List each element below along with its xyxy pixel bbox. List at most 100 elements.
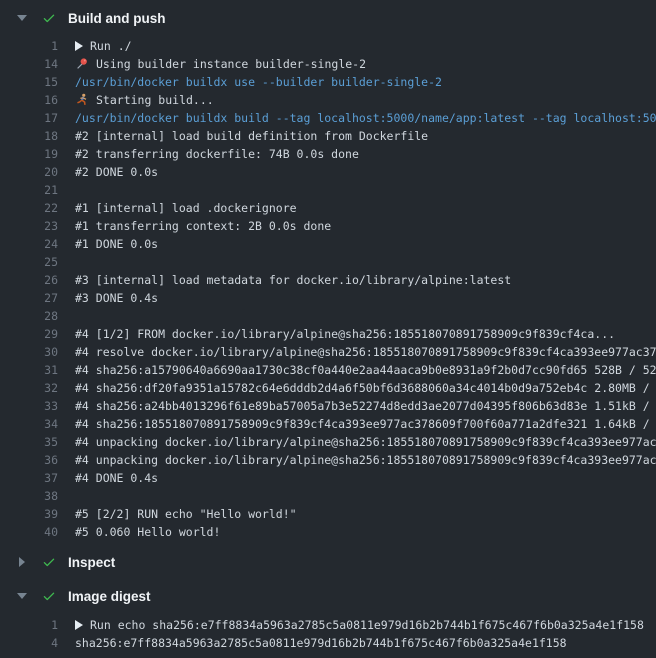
log-text: #5 [2/2] RUN echo "Hello world!": [75, 505, 297, 523]
log-line: 32 #4 sha256:df20fa9351a15782c64e6dddb2d4…: [0, 379, 656, 397]
log-text: #4 sha256:a24bb4013296f61e89ba57005a7b3e…: [75, 397, 656, 415]
log-text: #4 DONE 0.4s: [75, 469, 158, 487]
line-number[interactable]: 34: [0, 415, 58, 433]
line-number[interactable]: 15: [0, 73, 58, 91]
log-line: 19 #2 transferring dockerfile: 74B 0.0s d…: [0, 145, 656, 163]
log-line: 25: [0, 253, 656, 271]
log-text: #2 DONE 0.0s: [75, 163, 158, 181]
log-text: #4 unpacking docker.io/library/alpine@sh…: [75, 451, 656, 469]
line-content: Run echo sha256:e7ff8834a5963a2785c5a081…: [75, 616, 644, 634]
line-number[interactable]: 19: [0, 145, 58, 163]
log-line: 14Using builder instance builder-single-…: [0, 55, 656, 73]
log-text: #3 DONE 0.4s: [75, 289, 158, 307]
section-header-build-and-push[interactable]: Build and push: [0, 4, 656, 32]
line-content: #2 DONE 0.0s: [75, 163, 158, 181]
runner-icon: [75, 93, 90, 107]
log-text: /usr/bin/docker buildx use --builder bui…: [75, 73, 442, 91]
log-line: 37 #4 DONE 0.4s: [0, 469, 656, 487]
pushpin-icon: [75, 57, 90, 71]
log-text: #2 [internal] load build definition from…: [75, 127, 428, 145]
line-content: #3 [internal] load metadata for docker.i…: [75, 271, 511, 289]
line-content: #4 unpacking docker.io/library/alpine@sh…: [75, 451, 656, 469]
log-line: 16 Starting build...: [0, 91, 656, 109]
line-content: Starting build...: [75, 91, 214, 109]
log-line: 22 #1 [internal] load .dockerignore: [0, 199, 656, 217]
line-content: #4 [1/2] FROM docker.io/library/alpine@s…: [75, 325, 615, 343]
line-number[interactable]: 23: [0, 217, 58, 235]
line-number[interactable]: 35: [0, 433, 58, 451]
line-number[interactable]: 18: [0, 127, 58, 145]
line-number[interactable]: 27: [0, 289, 58, 307]
line-content: sha256:e7ff8834a5963a2785c5a0811e979d16b…: [75, 634, 567, 652]
log-text: #3 [internal] load metadata for docker.i…: [75, 271, 511, 289]
check-icon: [42, 555, 56, 569]
line-number[interactable]: 38: [0, 487, 58, 505]
line-content: #4 DONE 0.4s: [75, 469, 158, 487]
line-number[interactable]: 36: [0, 451, 58, 469]
line-content: #1 DONE 0.0s: [75, 235, 158, 253]
log-text: Run ./: [90, 37, 132, 55]
line-content: #4 sha256:185518070891758909c9f839cf4ca3…: [75, 415, 656, 433]
line-number[interactable]: 33: [0, 397, 58, 415]
section-build-and-push: Build and push 1 Run ./14Using builder ins…: [0, 4, 656, 548]
log-line: 36 #4 unpacking docker.io/library/alpine@…: [0, 451, 656, 469]
line-number[interactable]: 20: [0, 163, 58, 181]
line-number[interactable]: 16: [0, 91, 58, 109]
run-expand-icon[interactable]: [75, 620, 83, 630]
line-content: #4 sha256:a15790640a6690aa1730c38cf0a440…: [75, 361, 656, 379]
log-body-image-digest: 1 Run echo sha256:e7ff8834a5963a2785c5a08…: [0, 610, 656, 658]
line-number[interactable]: 39: [0, 505, 58, 523]
section-title: Build and push: [68, 11, 166, 26]
line-number[interactable]: 31: [0, 361, 58, 379]
log-line: 38: [0, 487, 656, 505]
line-number[interactable]: 28: [0, 307, 58, 325]
line-content: #4 resolve docker.io/library/alpine@sha2…: [75, 343, 656, 361]
line-number[interactable]: 26: [0, 271, 58, 289]
log-line: 40 #5 0.060 Hello world!: [0, 523, 656, 541]
log-line: 33 #4 sha256:a24bb4013296f61e89ba57005a7b…: [0, 397, 656, 415]
line-number[interactable]: 25: [0, 253, 58, 271]
log-line: 31 #4 sha256:a15790640a6690aa1730c38cf0a4…: [0, 361, 656, 379]
chevron-down-icon: [16, 15, 28, 21]
log-text: #1 DONE 0.0s: [75, 235, 158, 253]
section-inspect: Inspect: [0, 548, 656, 576]
line-number[interactable]: 22: [0, 199, 58, 217]
line-number[interactable]: 21: [0, 181, 58, 199]
log-text: #5 0.060 Hello world!: [75, 523, 220, 541]
line-content: #5 [2/2] RUN echo "Hello world!": [75, 505, 297, 523]
section-header-inspect[interactable]: Inspect: [0, 548, 656, 576]
line-content: #4 sha256:df20fa9351a15782c64e6dddb2d4a6…: [75, 379, 656, 397]
log-text: #4 resolve docker.io/library/alpine@sha2…: [75, 343, 656, 361]
line-number[interactable]: 4: [0, 634, 58, 652]
log-line: 1 Run echo sha256:e7ff8834a5963a2785c5a08…: [0, 616, 656, 634]
section-header-image-digest[interactable]: Image digest: [0, 582, 656, 610]
log-line: 20 #2 DONE 0.0s: [0, 163, 656, 181]
chevron-down-icon: [16, 593, 28, 599]
line-content: #1 [internal] load .dockerignore: [75, 199, 297, 217]
log-line: 1 Run ./: [0, 37, 656, 55]
line-content: #4 unpacking docker.io/library/alpine@sh…: [75, 433, 656, 451]
log-text: #2 transferring dockerfile: 74B 0.0s don…: [75, 145, 359, 163]
log-text: #1 transferring context: 2B 0.0s done: [75, 217, 331, 235]
line-number[interactable]: 32: [0, 379, 58, 397]
line-number[interactable]: 17: [0, 109, 58, 127]
line-number[interactable]: 1: [0, 616, 58, 634]
log-sections: Build and push 1 Run ./14Using builder ins…: [0, 4, 656, 658]
log-text: #4 unpacking docker.io/library/alpine@sh…: [75, 433, 656, 451]
log-line: 21: [0, 181, 656, 199]
log-line: 27 #3 DONE 0.4s: [0, 289, 656, 307]
line-number[interactable]: 29: [0, 325, 58, 343]
line-number[interactable]: 30: [0, 343, 58, 361]
line-number[interactable]: 37: [0, 469, 58, 487]
line-content: #5 0.060 Hello world!: [75, 523, 220, 541]
log-line: 17/usr/bin/docker buildx build --tag loc…: [0, 109, 656, 127]
line-content: #4 sha256:a24bb4013296f61e89ba57005a7b3e…: [75, 397, 656, 415]
line-number[interactable]: 24: [0, 235, 58, 253]
run-expand-icon[interactable]: [75, 41, 83, 51]
log-text: #4 sha256:df20fa9351a15782c64e6dddb2d4a6…: [75, 379, 656, 397]
line-number[interactable]: 1: [0, 37, 58, 55]
line-number[interactable]: 40: [0, 523, 58, 541]
line-number[interactable]: 14: [0, 55, 58, 73]
check-icon: [42, 11, 56, 25]
log-text: sha256:e7ff8834a5963a2785c5a0811e979d16b…: [75, 634, 567, 652]
